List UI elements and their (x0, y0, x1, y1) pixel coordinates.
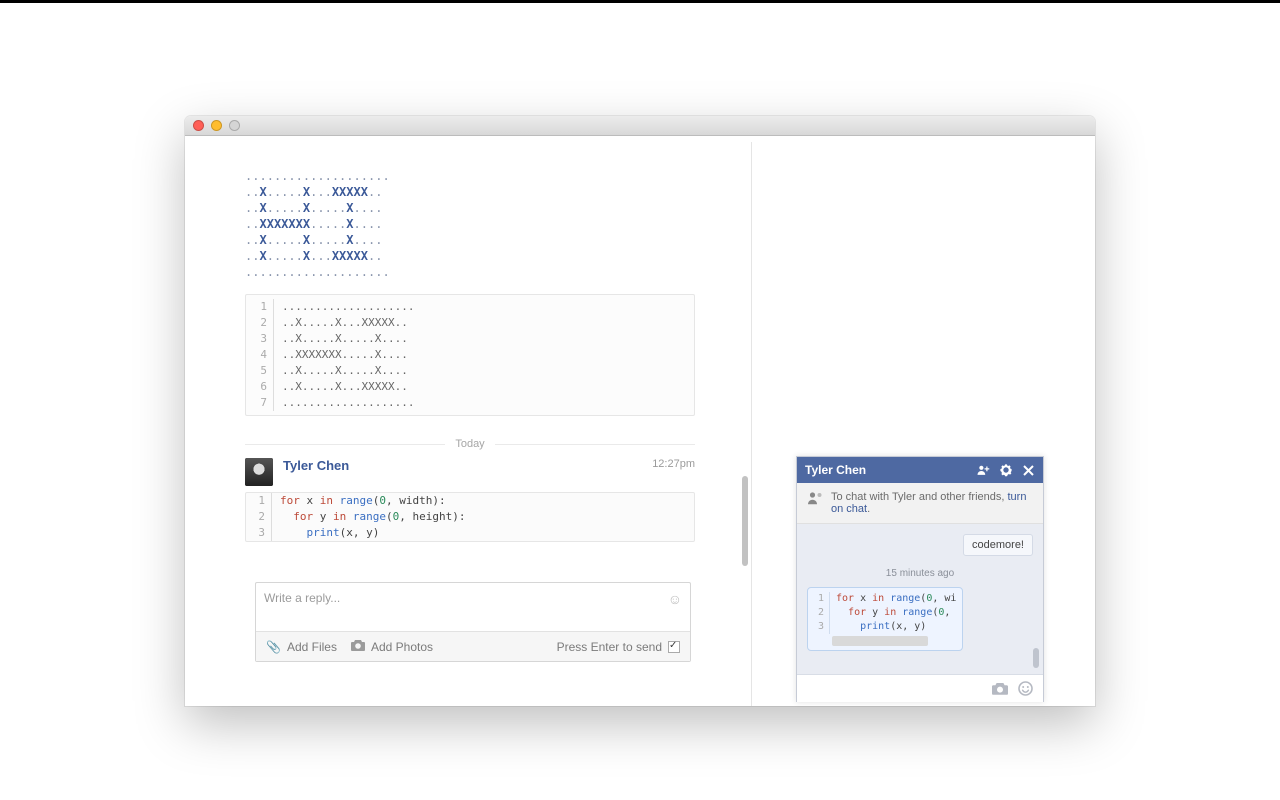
chat-notice: To chat with Tyler and other friends, tu… (797, 483, 1043, 524)
window-titlebar[interactable] (185, 116, 1095, 136)
close-icon[interactable] (193, 120, 204, 131)
ascii-code-block: 1....................2..X.....X...XXXXX.… (245, 294, 695, 416)
date-separator: Today (245, 438, 695, 450)
add-photos-button[interactable]: Add Photos (371, 640, 433, 654)
page-top-bar (0, 0, 1280, 3)
chat-header[interactable]: Tyler Chen (797, 457, 1043, 483)
enter-to-send-checkbox[interactable] (668, 641, 680, 653)
reply-input[interactable]: Write a reply... ☺ (256, 583, 690, 631)
chat-title: Tyler Chen (805, 463, 866, 477)
chat-message-in-code: 1for x in range(0, wi2 for y in range(0,… (807, 587, 963, 651)
chat-popup: Tyler Chen (796, 456, 1044, 702)
chat-notice-prefix: To chat with Tyler and other friends, (831, 491, 1008, 503)
camera-icon[interactable] (351, 639, 365, 654)
chat-footer (797, 674, 1043, 702)
add-files-button[interactable]: Add Files (287, 640, 337, 654)
chat-emoji-icon[interactable] (1018, 681, 1033, 696)
avatar[interactable] (245, 458, 273, 486)
scrollbar-thumb[interactable] (742, 476, 748, 566)
zoom-icon[interactable] (229, 120, 240, 131)
chat-message-out: codemore! (963, 534, 1033, 556)
add-friends-icon[interactable] (977, 463, 991, 477)
chat-notice-suffix: . (867, 503, 870, 515)
chat-scrollbar-thumb[interactable] (1033, 648, 1039, 668)
chat-time-separator: 15 minutes ago (807, 556, 1033, 587)
person-status-icon (807, 491, 823, 515)
post: Tyler Chen 12:27pm 1for x in range(0, wi… (245, 458, 695, 542)
close-chat-icon[interactable] (1021, 463, 1035, 477)
vertical-divider (751, 142, 752, 706)
date-separator-label: Today (445, 438, 494, 450)
emoji-icon[interactable]: ☺ (668, 591, 682, 607)
enter-to-send-label: Press Enter to send (557, 640, 662, 654)
paperclip-icon[interactable]: 📎 (266, 640, 281, 654)
gear-icon[interactable] (999, 463, 1013, 477)
post-timestamp: 12:27pm (652, 458, 695, 470)
minimize-icon[interactable] (211, 120, 222, 131)
post-author-link[interactable]: Tyler Chen (283, 458, 349, 473)
app-window: ......................X.....X...XXXXX...… (185, 116, 1095, 706)
reply-composer: Write a reply... ☺ 📎 Add Files Add Photo… (255, 582, 691, 662)
post-code-block: 1for x in range(0, width):2 for y in ran… (245, 492, 695, 542)
reply-placeholder: Write a reply... (264, 591, 340, 605)
ascii-art: ......................X.....X...XXXXX...… (245, 168, 751, 280)
chat-camera-icon[interactable] (992, 682, 1008, 695)
